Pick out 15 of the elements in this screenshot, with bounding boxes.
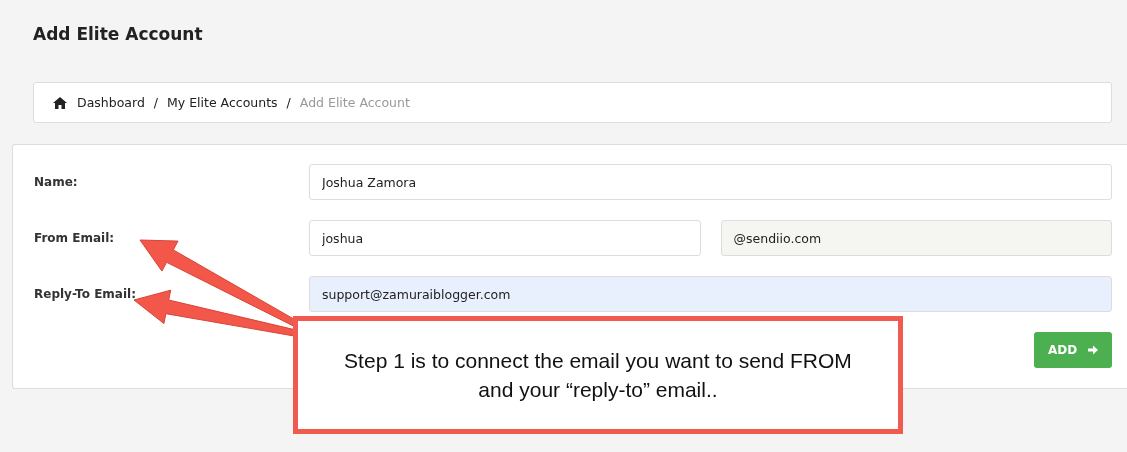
callout-text: Step 1 is to connect the email you want to send FROM and your “reply-to” email.. bbox=[343, 348, 853, 403]
field-label: Reply-To Email: bbox=[34, 287, 137, 301]
breadcrumb-separator: / bbox=[153, 95, 159, 110]
field-label: Name: bbox=[34, 175, 79, 189]
page-title: Add Elite Account bbox=[32, 23, 204, 46]
breadcrumb-link[interactable]: My Elite Accounts bbox=[167, 95, 278, 110]
input-field[interactable]: support@zamuraiblogger.com bbox=[309, 276, 1112, 312]
breadcrumb-link[interactable]: Dashboard bbox=[77, 95, 145, 110]
field-label: From Email: bbox=[34, 231, 116, 245]
breadcrumb-separator: / bbox=[286, 95, 291, 110]
input-field[interactable]: joshua bbox=[309, 220, 701, 256]
arrow-right-icon bbox=[1088, 345, 1099, 355]
home-icon bbox=[53, 96, 67, 109]
input-field[interactable]: @sendiio.com bbox=[720, 220, 1112, 256]
input-field[interactable]: Joshua Zamora bbox=[309, 164, 1112, 200]
